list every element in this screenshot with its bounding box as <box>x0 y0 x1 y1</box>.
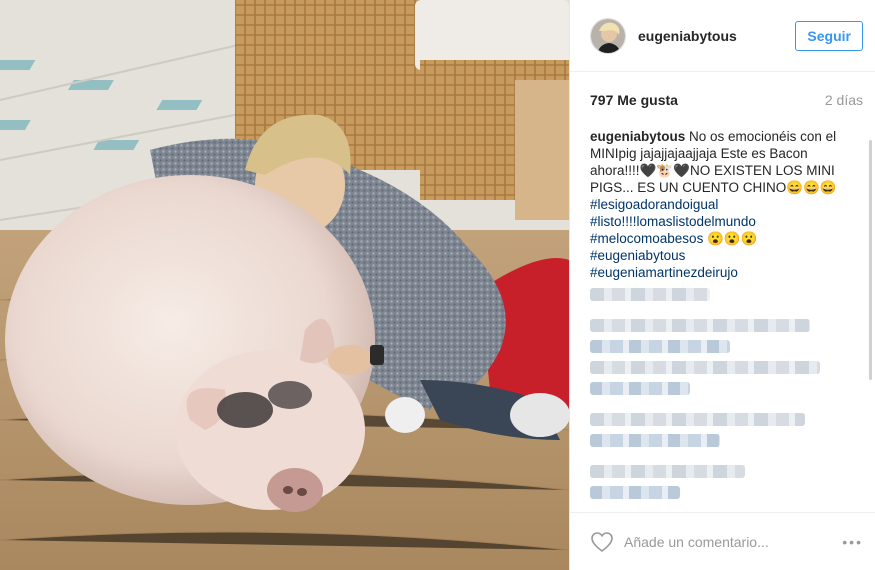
caption: eugeniabytous No os emocionéis con el MI… <box>590 128 852 281</box>
hashtag-link[interactable]: #lesigoadorandoigual <box>590 196 852 213</box>
scrollbar[interactable] <box>869 140 872 380</box>
instagram-post: eugeniabytous Seguir 797 Me gusta 2 días… <box>0 0 875 570</box>
heart-icon[interactable] <box>590 531 614 553</box>
blurred-comment-line <box>590 413 805 426</box>
blurred-comment-line <box>590 382 690 395</box>
likes-count[interactable]: 797 Me gusta <box>590 92 678 108</box>
post-header: eugeniabytous Seguir <box>570 0 875 72</box>
blurred-comment-line <box>590 288 710 301</box>
blurred-comments <box>590 288 852 510</box>
pig-photo-illustration <box>0 0 569 570</box>
post-photo[interactable] <box>0 0 569 570</box>
more-options-icon[interactable]: ••• <box>842 534 863 550</box>
blurred-comment-line <box>590 434 720 447</box>
post-time[interactable]: 2 días <box>825 92 863 108</box>
blurred-comment-line <box>590 465 745 478</box>
comment-input[interactable] <box>624 533 843 550</box>
blurred-comment-line <box>590 361 820 374</box>
blurred-comment-line <box>590 319 810 332</box>
hashtag-link[interactable]: #eugeniamartinezdeirujo <box>590 264 852 281</box>
add-comment-row: ••• <box>570 512 875 570</box>
blurred-comment-line <box>590 486 680 499</box>
follow-button[interactable]: Seguir <box>795 20 863 51</box>
post-sidebar: eugeniabytous Seguir 797 Me gusta 2 días… <box>569 0 875 570</box>
hashtag-link[interactable]: #eugeniabytous <box>590 247 852 264</box>
avatar-image-icon <box>591 18 625 53</box>
hashtag-link[interactable]: #listo!!!!lomaslistodelmundo <box>590 213 852 230</box>
caption-author[interactable]: eugeniabytous <box>590 129 685 144</box>
blurred-comment-line <box>590 340 730 353</box>
hashtag-link[interactable]: #melocomoabesos 😮😮😮 <box>590 230 852 247</box>
avatar[interactable] <box>590 17 626 54</box>
likes-row: 797 Me gusta 2 días <box>590 92 863 108</box>
username-link[interactable]: eugeniabytous <box>638 28 795 44</box>
